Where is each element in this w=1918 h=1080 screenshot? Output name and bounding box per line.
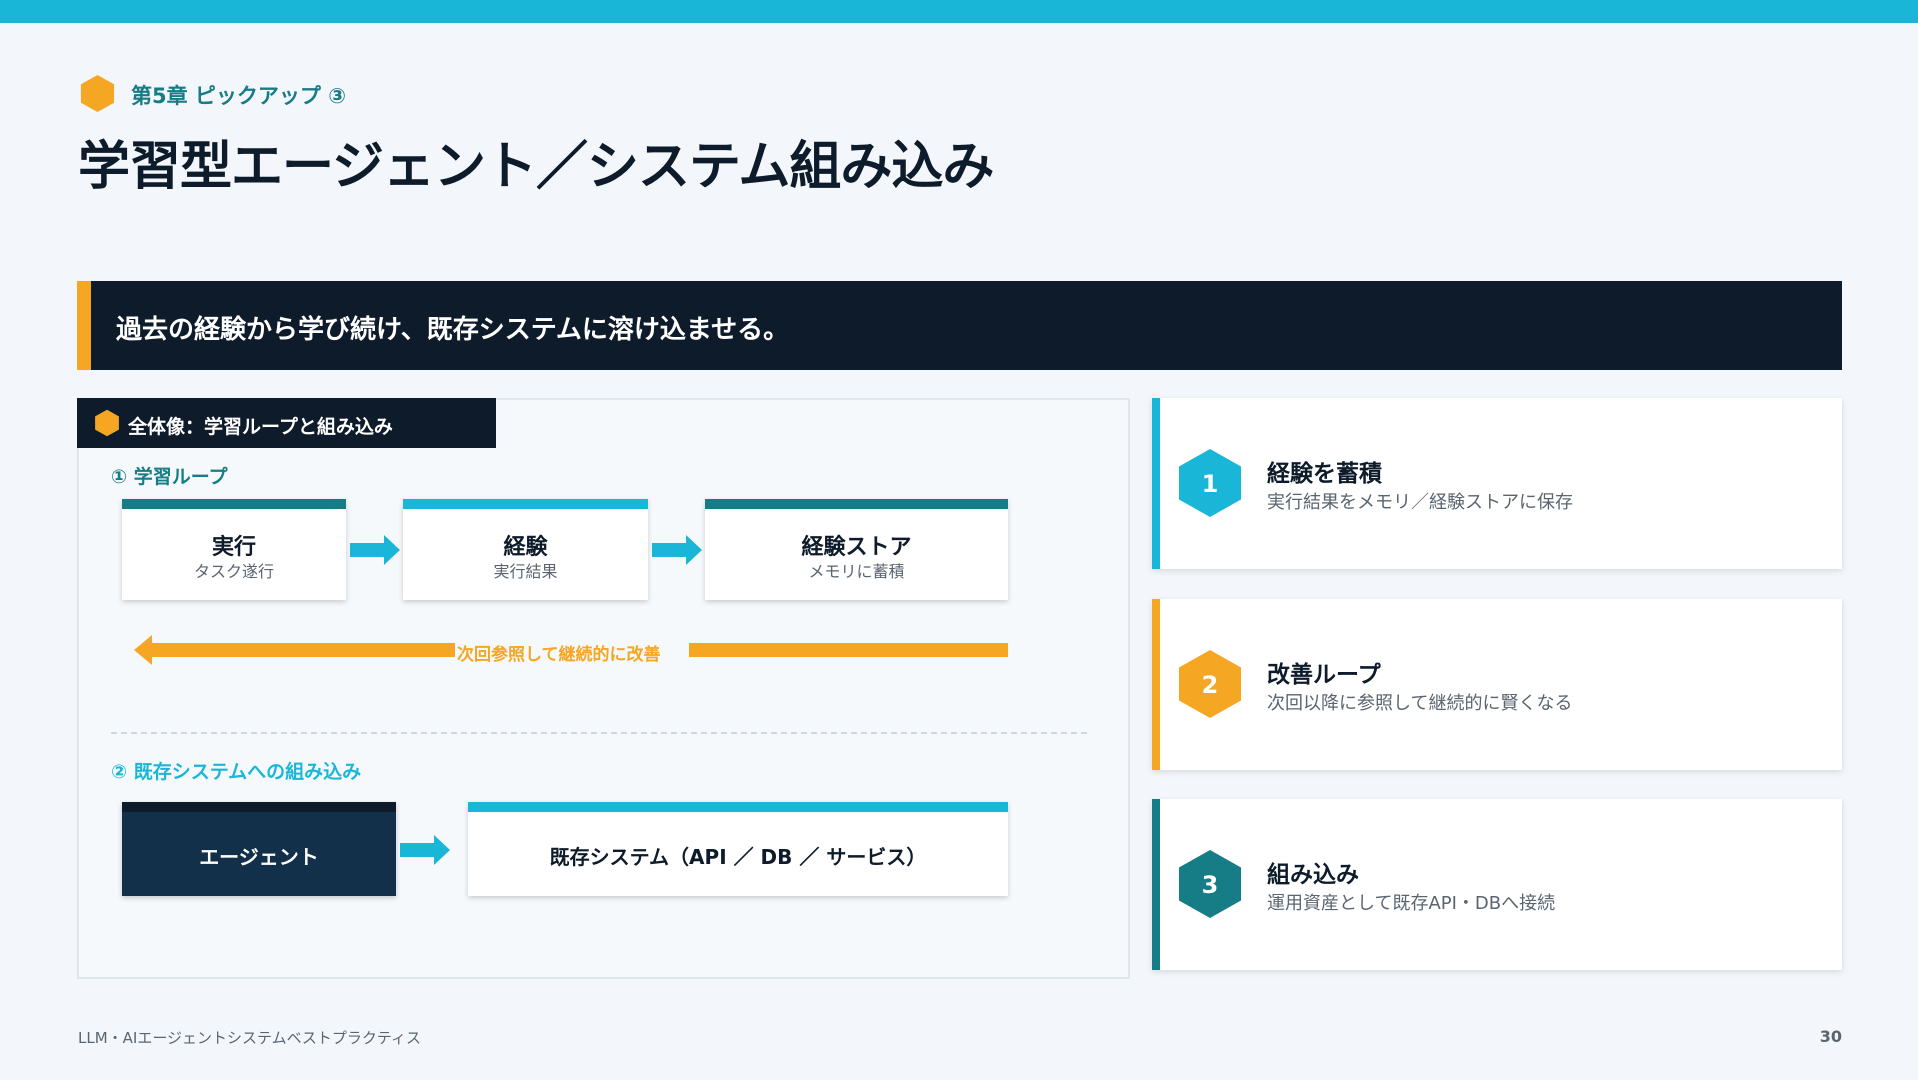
hexagon-icon (80, 74, 115, 113)
card-improve-loop: 2 改善ループ 次回以降に参照して継続的に賢くなる (1152, 599, 1842, 770)
card-title: 経験を蓄積 (1267, 461, 1382, 487)
step-bar (122, 499, 346, 509)
banner-accent (77, 281, 91, 370)
step-title: 経験ストア (801, 535, 912, 560)
card-title: 改善ループ (1267, 662, 1381, 688)
loop-back-arrow-tail (689, 643, 1008, 657)
step-bar (705, 499, 1008, 509)
top-accent-bar (0, 0, 1918, 23)
section-learning-loop-label: ① 学習ループ (111, 466, 228, 488)
system-bar (468, 802, 1008, 812)
step-bar (403, 499, 648, 509)
chapter-label: 第5章 ピックアップ ③ (131, 84, 347, 108)
loop-step-experience-store: 経験ストア メモリに蓄積 (705, 499, 1008, 600)
card-number: 1 (1201, 470, 1219, 498)
loop-step-experience: 経験 実行結果 (403, 499, 648, 600)
card-title: 組み込み (1267, 862, 1359, 888)
step-title: 経験 (503, 535, 548, 560)
card-number: 3 (1201, 871, 1219, 899)
card-description: 次回以降に参照して継続的に賢くなる (1267, 693, 1573, 714)
card-description: 実行結果をメモリ／経験ストアに保存 (1267, 492, 1573, 513)
step-subtitle: タスク遂行 (193, 562, 274, 581)
arrow-right-icon (652, 535, 702, 565)
section-integration-label: ② 既存システムへの組み込み (111, 761, 362, 783)
card-accent (1152, 799, 1160, 970)
section-divider (111, 732, 1087, 734)
step-subtitle: メモリに蓄積 (808, 562, 905, 581)
card-number: 2 (1201, 671, 1219, 699)
existing-system-box: 既存システム（API ／ DB ／ サービス） (468, 802, 1008, 896)
arrow-right-icon (400, 835, 450, 865)
agent-box: エージェント (122, 802, 396, 896)
step-subtitle: 実行結果 (493, 562, 558, 581)
agent-bar (122, 802, 396, 812)
page-title: 学習型エージェント／システム組み込み (78, 137, 994, 197)
banner-text: 過去の経験から学び続け、既存システムに溶け込ませる。 (116, 315, 790, 345)
card-accent (1152, 599, 1160, 770)
loop-back-arrow (150, 643, 455, 657)
card-description: 運用資産として既存API・DBへ接続 (1267, 893, 1556, 914)
card-accumulate: 1 経験を蓄積 実行結果をメモリ／経験ストアに保存 (1152, 398, 1842, 569)
hexagon-icon (95, 409, 119, 437)
diagram-header-text: 全体像：学習ループと組み込み (128, 416, 393, 438)
page-number: 30 (1819, 1027, 1842, 1046)
step-title: 実行 (211, 535, 256, 560)
arrow-right-icon (350, 535, 400, 565)
agent-label: エージェント (199, 845, 319, 869)
card-accent (1152, 398, 1160, 569)
footer-title: LLM・AIエージェントシステムベストプラクティス (78, 1029, 421, 1047)
existing-system-label: 既存システム（API ／ DB ／ サービス） (549, 845, 927, 869)
card-integration: 3 組み込み 運用資産として既存API・DBへ接続 (1152, 799, 1842, 970)
loop-back-label: 次回参照して継続的に改善 (457, 645, 661, 665)
loop-step-execute: 実行 タスク遂行 (122, 499, 346, 600)
